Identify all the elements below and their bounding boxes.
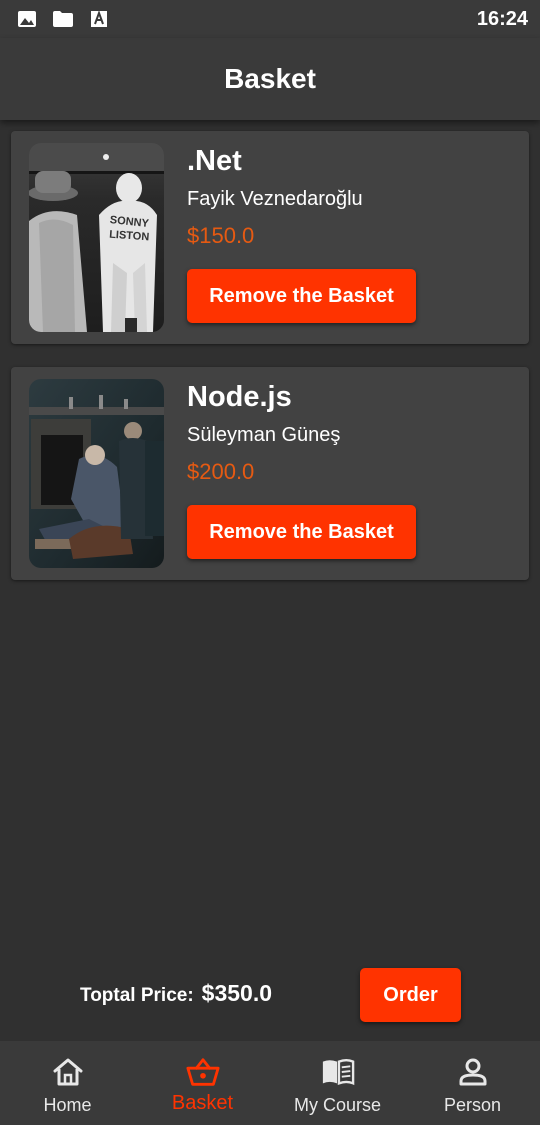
font-icon xyxy=(88,9,110,29)
status-time: 16:24 xyxy=(476,7,528,30)
total-price-label: Toptal Price: xyxy=(80,985,194,1006)
nav-item-person[interactable]: Person xyxy=(405,1041,540,1125)
total-price-row: Toptal Price: $350.0 xyxy=(80,980,272,1007)
nav-label: My Course xyxy=(293,1095,382,1115)
order-button[interactable]: Order xyxy=(360,968,461,1022)
course-price: $150.0 xyxy=(187,223,255,248)
nav-label: Basket xyxy=(171,1092,234,1114)
course-author: Süleyman Güneş xyxy=(187,424,341,446)
course-thumbnail: SONNY LISTON xyxy=(29,143,164,332)
course-author: Fayik Veznedaroğlu xyxy=(187,188,363,210)
nav-item-basket[interactable]: Basket xyxy=(135,1041,270,1125)
app-bar: Basket xyxy=(0,38,540,120)
total-price-value: $350.0 xyxy=(201,980,273,1006)
status-icons xyxy=(16,9,110,29)
course-title: Node.js xyxy=(187,381,292,413)
home-icon xyxy=(51,1055,85,1089)
course-thumbnail xyxy=(29,379,164,568)
nav-item-home[interactable]: Home xyxy=(0,1041,135,1125)
person-icon xyxy=(456,1055,490,1089)
remove-from-basket-button[interactable]: Remove the Basket xyxy=(187,505,416,559)
book-icon xyxy=(321,1055,355,1089)
course-title: .Net xyxy=(187,145,242,177)
basket-screen: 16:24 Basket SONNY LISTON .Net Fayik Vez… xyxy=(0,0,540,1125)
basket-item-card: SONNY LISTON .Net Fayik Veznedaroğlu $15… xyxy=(11,131,529,344)
image-icon xyxy=(16,9,38,29)
nav-item-my-course[interactable]: My Course xyxy=(270,1041,405,1125)
basket-item-card: Node.js Süleyman Güneş $200.0 Remove the… xyxy=(11,367,529,580)
nav-label: Home xyxy=(43,1095,92,1115)
remove-from-basket-button[interactable]: Remove the Basket xyxy=(187,269,416,323)
folder-icon xyxy=(52,9,74,29)
basket-icon xyxy=(185,1055,220,1089)
bottom-navigation: Home Basket My Course Person xyxy=(0,1041,540,1125)
page-title: Basket xyxy=(224,63,316,94)
nav-label: Person xyxy=(443,1095,502,1115)
status-bar: 16:24 xyxy=(0,0,540,38)
course-price: $200.0 xyxy=(187,459,255,484)
